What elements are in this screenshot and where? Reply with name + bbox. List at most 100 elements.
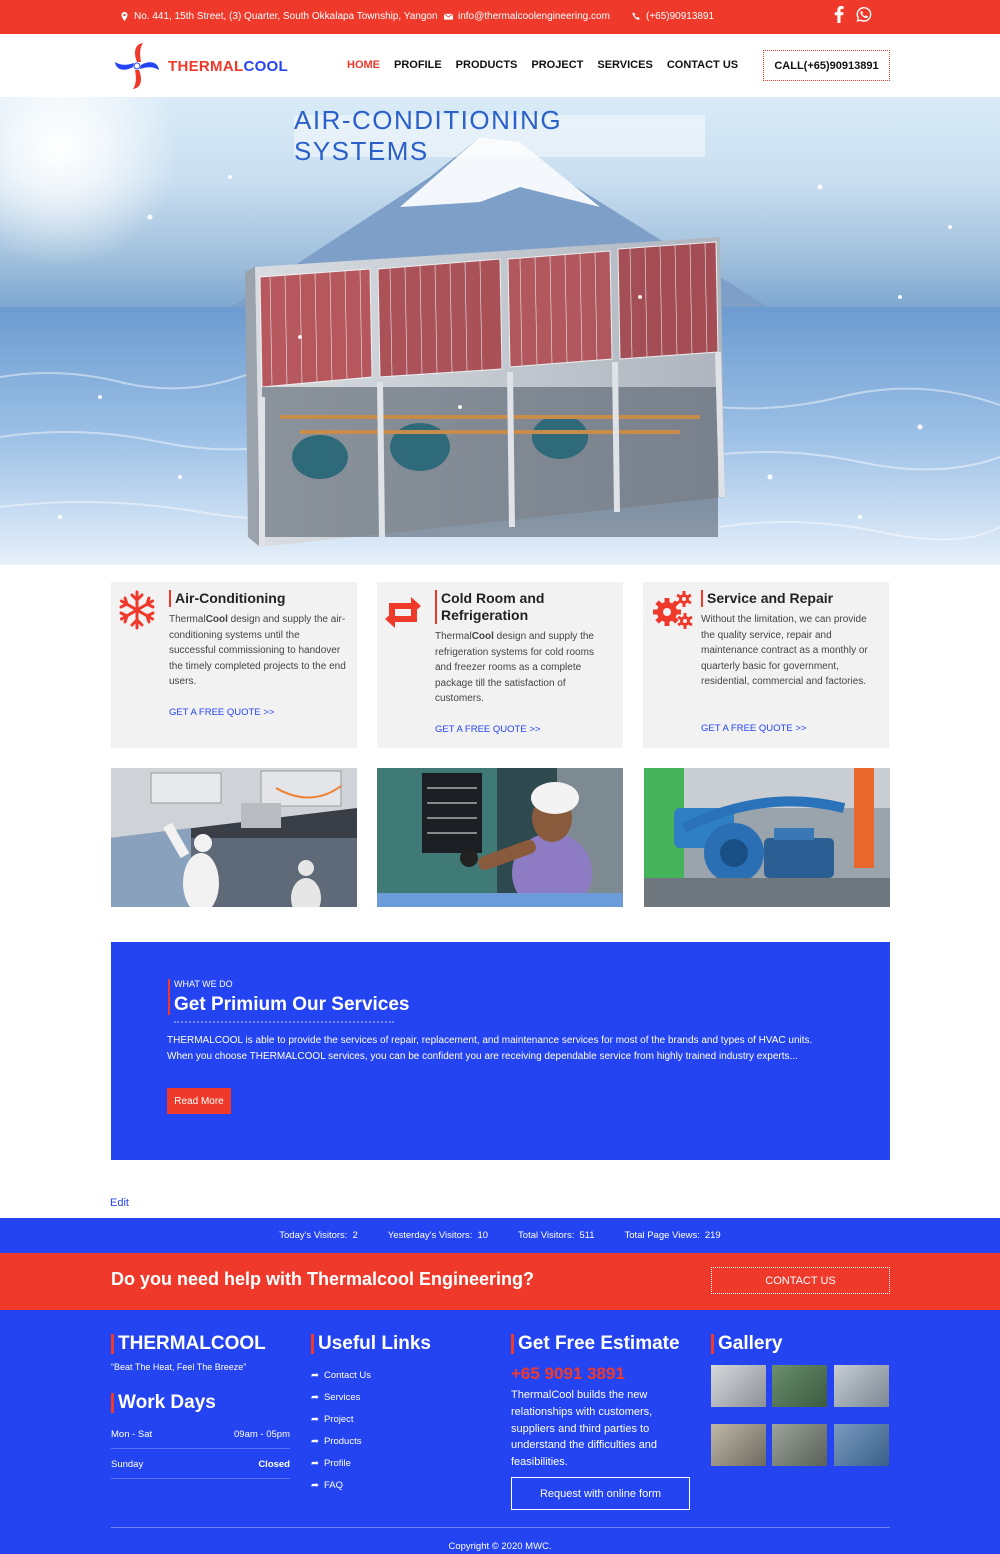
footer-link-project[interactable]: ➦ Project <box>311 1408 371 1430</box>
gallery-thumbnail[interactable] <box>711 1424 766 1466</box>
whatsapp-icon[interactable] <box>856 6 872 23</box>
facebook-icon[interactable] <box>834 6 844 23</box>
work-day: Sunday <box>111 1459 144 1470</box>
visitor-stat: Total Visitors: 511 <box>518 1230 594 1241</box>
address-text: No. 441, 15th Street, (3) Quarter, South… <box>134 11 438 22</box>
estimate-phone[interactable]: +65 9091 3891 <box>511 1364 625 1384</box>
service-description: ThermalCool design and supply the refrig… <box>435 629 613 707</box>
nav-project[interactable]: PROJECT <box>531 59 583 71</box>
map-pin-icon <box>121 12 128 21</box>
brand-bold: Cool <box>471 631 494 642</box>
free-quote-link[interactable]: GET A FREE QUOTE >> <box>169 707 274 718</box>
share-arrow-icon: ➦ <box>311 1369 319 1381</box>
nav-profile[interactable]: PROFILE <box>394 59 442 71</box>
contact-us-button[interactable]: CONTACT US <box>711 1267 890 1294</box>
nav-home[interactable]: HOME <box>347 59 380 71</box>
nav-services[interactable]: SERVICES <box>597 59 652 71</box>
link-label: Services <box>323 1391 361 1403</box>
service-card-service-repair: Service and Repair Without the limitatio… <box>643 582 889 748</box>
visitor-label: Total Page Views: <box>624 1230 700 1241</box>
visitor-stat: Today's Visitors: 2 <box>279 1230 357 1241</box>
footer-link-contact-us[interactable]: ➦ Contact Us <box>311 1364 371 1386</box>
email-info[interactable]: info@thermalcoolengineering.com <box>444 11 610 22</box>
visitor-stat: Yesterday's Visitors: 10 <box>388 1230 488 1241</box>
link-label: Project <box>323 1413 354 1425</box>
snowflake-icon <box>119 590 155 630</box>
photo-pump-room <box>644 768 890 907</box>
service-title: Service and Repair <box>701 590 881 607</box>
share-arrow-icon: ➦ <box>311 1457 319 1469</box>
service-card-cold-room: Cold Room and Refrigeration ThermalCool … <box>377 582 623 748</box>
copyright: Copyright © 2020 MWC. <box>448 1541 552 1552</box>
hero-banner: AIR-CONDITIONING SYSTEMS <box>0 97 1000 565</box>
visitor-counter: Today's Visitors: 2 Yesterday's Visitors:… <box>0 1218 1000 1253</box>
hero-image <box>0 97 1000 565</box>
share-arrow-icon: ➦ <box>311 1435 319 1447</box>
cta-banner: Do you need help with Thermalcool Engine… <box>0 1253 1000 1310</box>
service-title: Air-Conditioning <box>169 590 349 607</box>
brand-pre: Thermal <box>169 614 206 625</box>
call-button[interactable]: CALL(+65)90913891 <box>763 50 890 81</box>
phone-icon <box>632 12 640 20</box>
request-online-form-button[interactable]: Request with online form <box>511 1477 690 1510</box>
read-more-button[interactable]: Read More <box>167 1088 231 1114</box>
footer-link-faq[interactable]: ➦ FAQ <box>311 1474 371 1496</box>
section-title: Get Primium Our Services <box>174 994 410 1015</box>
site-header: THERMALCOOL HOME PROFILE PRODUCTS PROJEC… <box>0 34 1000 97</box>
share-arrow-icon: ➦ <box>311 1413 319 1425</box>
social-links <box>834 6 872 23</box>
free-quote-link[interactable]: GET A FREE QUOTE >> <box>435 724 540 735</box>
service-description: ThermalCool design and supply the air-co… <box>169 612 347 690</box>
main-nav: HOME PROFILE PRODUCTS PROJECT SERVICES C… <box>347 59 738 71</box>
section-text: THERMALCOOL is able to provide the servi… <box>167 1035 813 1062</box>
phone-info[interactable]: (+65)90913891 <box>632 11 714 22</box>
free-quote-link[interactable]: GET A FREE QUOTE >> <box>701 723 806 734</box>
link-label: Profile <box>323 1457 351 1469</box>
work-hours: Closed <box>258 1459 290 1470</box>
work-day: Mon - Sat <box>111 1429 153 1440</box>
logo-text: THERMALCOOL <box>168 58 288 75</box>
footer-link-profile[interactable]: ➦ Profile <box>311 1452 371 1474</box>
gallery-thumbnail[interactable] <box>711 1365 766 1407</box>
service-card-air-conditioning: Air-Conditioning ThermalCool design and … <box>111 582 357 748</box>
footer-brand-title: THERMALCOOL <box>111 1334 266 1354</box>
top-bar: No. 441, 15th Street, (3) Quarter, South… <box>0 0 1000 34</box>
gallery-thumbnail[interactable] <box>834 1424 889 1466</box>
photo-ceiling-unit-install <box>111 768 357 907</box>
footer-link-products[interactable]: ➦ Products <box>311 1430 371 1452</box>
nav-contact-us[interactable]: CONTACT US <box>667 59 738 71</box>
gears-icon <box>653 591 693 629</box>
hero-title: AIR-CONDITIONING SYSTEMS <box>294 105 705 166</box>
title-underline <box>174 1021 394 1023</box>
cta-title: Do you need help with Thermalcool Engine… <box>111 1269 535 1289</box>
gallery-thumbnail[interactable] <box>772 1424 827 1466</box>
nav-products[interactable]: PRODUCTS <box>456 59 518 71</box>
share-arrow-icon: ➦ <box>311 1391 319 1403</box>
logo[interactable]: THERMALCOOL <box>112 42 288 90</box>
estimate-title: Get Free Estimate <box>511 1334 680 1354</box>
repeat-arrows-icon <box>385 597 421 628</box>
photo-technician-panel <box>377 768 623 907</box>
what-we-do-section: WHAT WE DO Get Primium Our Services THER… <box>111 942 890 1160</box>
visitor-label: Today's Visitors: <box>279 1230 348 1241</box>
visitor-stat: Total Page Views: 219 <box>625 1230 721 1241</box>
phone-text: (+65)90913891 <box>646 11 715 22</box>
logo-text-cool: COOL <box>243 57 288 75</box>
footer-divider <box>111 1527 890 1528</box>
estimate-text: ThermalCool builds the new relationships… <box>511 1389 657 1469</box>
useful-links-list: ➦ Contact Us ➦ Services ➦ Project ➦ Products… <box>311 1364 371 1496</box>
address-info: No. 441, 15th Street, (3) Quarter, South… <box>120 11 438 22</box>
work-days-row: Mon - Sat 09am - 05pm <box>111 1429 290 1449</box>
gallery-thumbnail[interactable] <box>834 1365 889 1407</box>
email-text: info@thermalcoolengineering.com <box>458 11 610 22</box>
useful-links-title: Useful Links <box>311 1334 431 1354</box>
work-hours: 09am - 05pm <box>234 1429 290 1440</box>
footer-link-services[interactable]: ➦ Services <box>311 1386 371 1408</box>
footer-tagline: “Beat The Heat, Feel The Breeze” <box>111 1362 247 1372</box>
link-label: Products <box>323 1435 362 1447</box>
share-arrow-icon: ➦ <box>311 1479 319 1491</box>
link-label: Contact Us <box>323 1369 371 1381</box>
visitor-value: 511 <box>579 1230 595 1241</box>
gallery-thumbnail[interactable] <box>772 1365 827 1407</box>
edit-link[interactable]: Edit <box>110 1197 129 1209</box>
